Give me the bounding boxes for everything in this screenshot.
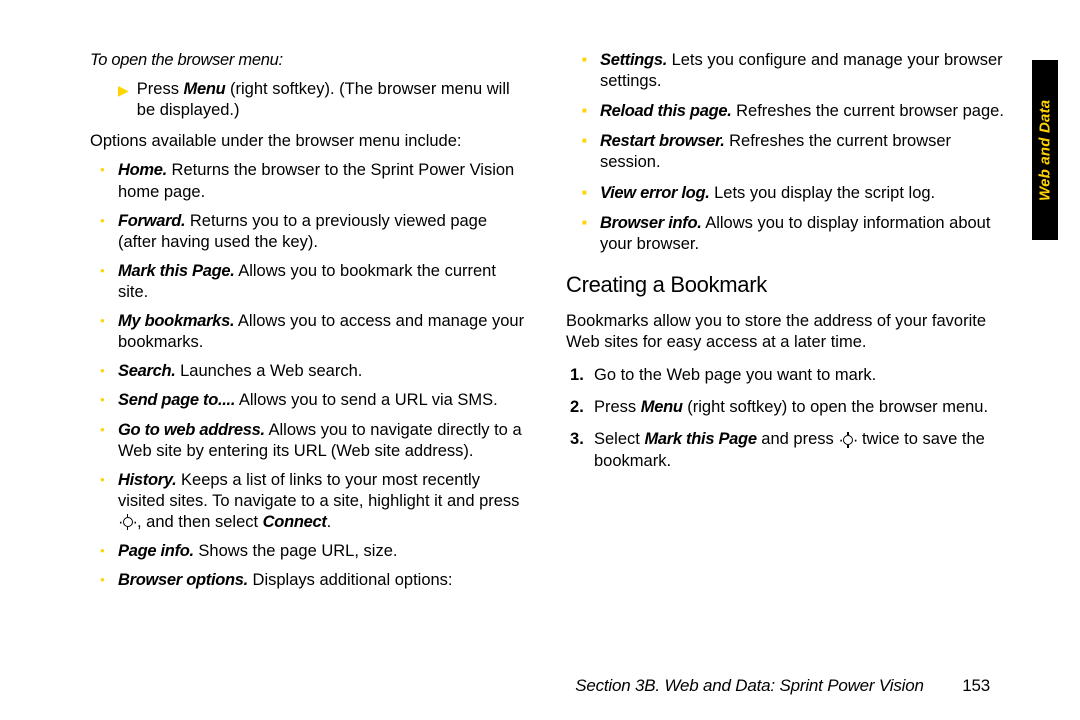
intro: Options available under the browser menu… bbox=[90, 131, 530, 152]
txt: Press bbox=[137, 80, 184, 98]
list-item: Browser options. Displays additional opt… bbox=[118, 570, 530, 591]
term: Send page to.... bbox=[118, 391, 235, 409]
term: History. bbox=[118, 471, 176, 489]
side-tab: Web and Data bbox=[1032, 60, 1058, 240]
desc: Lets you display the script log. bbox=[710, 184, 936, 202]
page-number: 153 bbox=[962, 676, 990, 695]
footer: Section 3B. Web and Data: Sprint Power V… bbox=[575, 676, 990, 696]
desc: Allows you to send a URL via SMS. bbox=[235, 391, 498, 409]
list-item: My bookmarks. Allows you to access and m… bbox=[118, 311, 530, 353]
txt: Select bbox=[594, 430, 644, 448]
term: Search. bbox=[118, 362, 176, 380]
desc: , and then select bbox=[137, 513, 263, 531]
right-column: Settings. Lets you configure and manage … bbox=[566, 50, 1006, 660]
list-item: History. Keeps a list of links to your m… bbox=[118, 470, 530, 533]
subheading-creating-bookmark: Creating a Bookmark bbox=[566, 271, 1006, 299]
txt: Press bbox=[594, 398, 641, 416]
list-item: Search. Launches a Web search. bbox=[118, 361, 530, 382]
step-1: Go to the Web page you want to mark. bbox=[594, 365, 1006, 386]
left-heading: To open the browser menu: bbox=[90, 50, 530, 71]
open-step: ▶ Press Menu (right softkey). (The brows… bbox=[90, 79, 530, 121]
list-item: Restart browser. Refreshes the current b… bbox=[600, 131, 1006, 173]
desc: Shows the page URL, size. bbox=[194, 542, 398, 560]
txt: (right softkey) to open the browser menu… bbox=[683, 398, 988, 416]
txt: and press bbox=[757, 430, 839, 448]
options-list: Home. Returns the browser to the Sprint … bbox=[90, 160, 530, 591]
list-item: Reload this page. Refreshes the current … bbox=[600, 101, 1006, 122]
step-2: Press Menu (right softkey) to open the b… bbox=[594, 397, 1006, 418]
list-item: View error log. Lets you display the scr… bbox=[600, 183, 1006, 204]
step-3: Select Mark this Page and press twice to… bbox=[594, 429, 1006, 471]
term: Forward. bbox=[118, 212, 185, 230]
footer-section: Section 3B. Web and Data: Sprint Power V… bbox=[575, 676, 924, 695]
list-item: Go to web address. Allows you to navigat… bbox=[118, 420, 530, 462]
term: Mark this Page. bbox=[118, 262, 235, 280]
list-item: Page info. Shows the page URL, size. bbox=[118, 541, 530, 562]
menu-label: Menu bbox=[641, 398, 683, 416]
term: Browser info. bbox=[600, 214, 702, 232]
manual-page: To open the browser menu: ▶ Press Menu (… bbox=[0, 0, 1080, 720]
menu-label: Menu bbox=[184, 80, 226, 98]
play-icon: ▶ bbox=[118, 82, 129, 121]
list-item: Mark this Page. Allows you to bookmark t… bbox=[118, 261, 530, 303]
bookmark-intro: Bookmarks allow you to store the address… bbox=[566, 311, 1006, 353]
list-item: Settings. Lets you configure and manage … bbox=[600, 50, 1006, 92]
term: Restart browser. bbox=[600, 132, 725, 150]
desc: Launches a Web search. bbox=[176, 362, 363, 380]
term: Browser options. bbox=[118, 571, 248, 589]
desc: Refreshes the current browser page. bbox=[732, 102, 1004, 120]
desc: Returns the browser to the Sprint Power … bbox=[118, 161, 514, 200]
nav-key-icon bbox=[838, 432, 857, 449]
columns: To open the browser menu: ▶ Press Menu (… bbox=[90, 50, 1020, 660]
term: Go to web address. bbox=[118, 421, 265, 439]
list-item: Home. Returns the browser to the Sprint … bbox=[118, 160, 530, 202]
term: Settings. bbox=[600, 51, 667, 69]
desc: Keeps a list of links to your most recen… bbox=[118, 471, 519, 510]
list-item: Browser info. Allows you to display info… bbox=[600, 213, 1006, 255]
mark-page-label: Mark this Page bbox=[644, 430, 756, 448]
txt: Go to the Web page you want to mark. bbox=[594, 366, 876, 384]
list-item: Forward. Returns you to a previously vie… bbox=[118, 211, 530, 253]
left-column: To open the browser menu: ▶ Press Menu (… bbox=[90, 50, 530, 660]
term: Home. bbox=[118, 161, 167, 179]
browser-options-sublist: Settings. Lets you configure and manage … bbox=[566, 50, 1006, 255]
term: My bookmarks. bbox=[118, 312, 234, 330]
desc: . bbox=[327, 513, 332, 531]
bookmark-steps: Go to the Web page you want to mark. Pre… bbox=[566, 365, 1006, 471]
connect-label: Connect bbox=[263, 513, 327, 531]
open-step-text: Press Menu (right softkey). (The browser… bbox=[137, 79, 530, 121]
nav-key-icon bbox=[118, 514, 137, 531]
term: Page info. bbox=[118, 542, 194, 560]
term: View error log. bbox=[600, 184, 710, 202]
desc: Displays additional options: bbox=[248, 571, 453, 589]
list-item: Send page to.... Allows you to send a UR… bbox=[118, 390, 530, 411]
term: Reload this page. bbox=[600, 102, 732, 120]
